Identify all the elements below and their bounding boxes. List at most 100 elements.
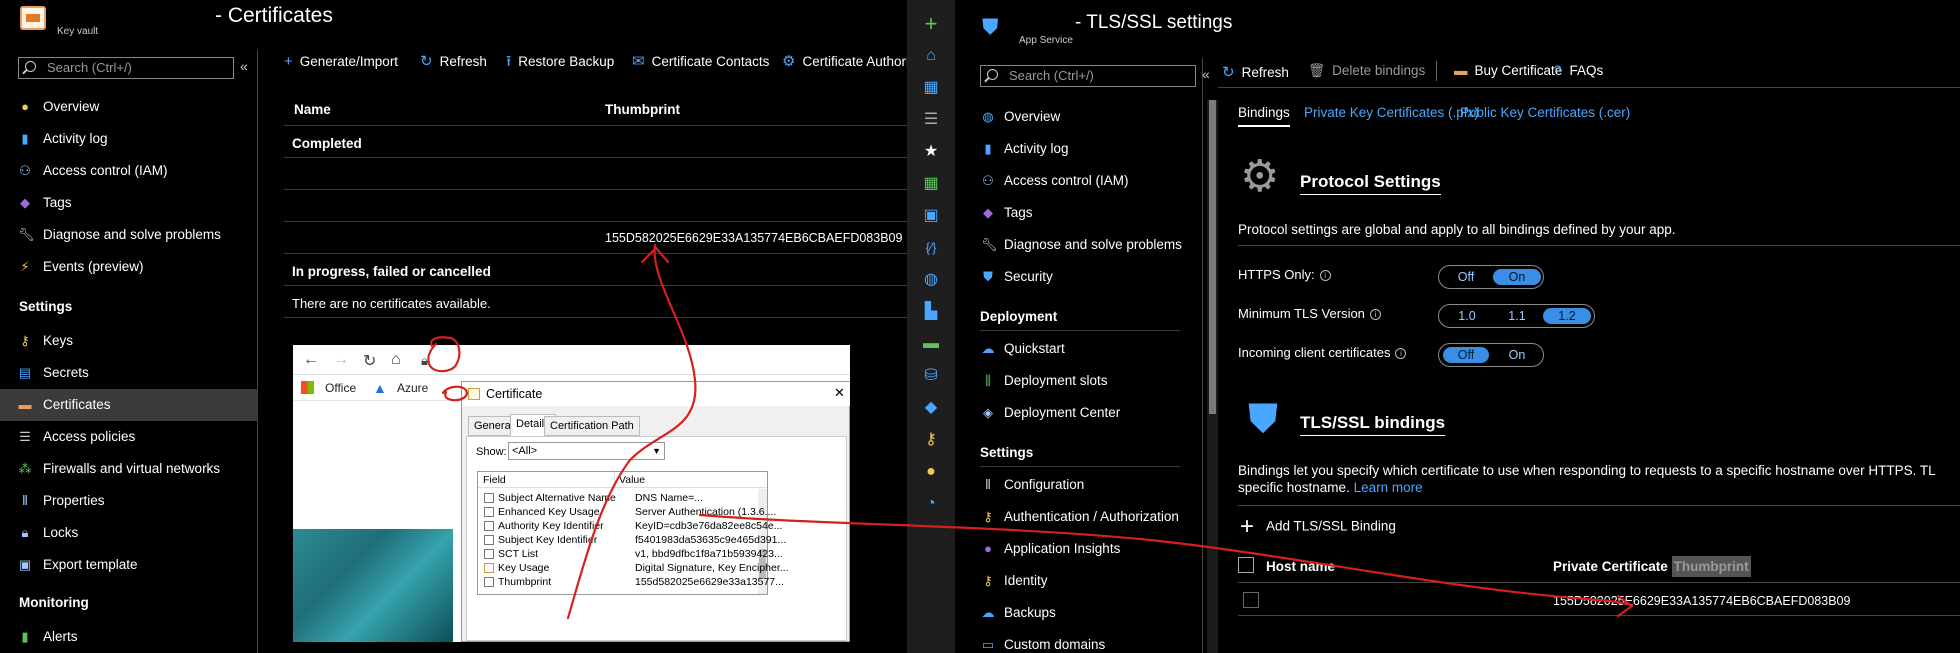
button-label: Certificate Contacts [651,54,770,69]
sidebar-item-firewalls[interactable]: ⁂ Firewalls and virtual networks [0,453,258,485]
dashboard-icon[interactable]: ▦ [921,78,941,98]
empty-message: There are no certificates available. [292,296,491,311]
sidebar-item-tags[interactable]: ◆ Tags [0,187,258,219]
sidebar-item-alerts[interactable]: ▮ Alerts [0,621,258,653]
info-icon[interactable]: i [1395,348,1407,360]
generate-import-button[interactable]: + Generate/Import [284,50,398,74]
tab-private-key-certificates[interactable]: Private Key Certificates (.pfx) [1304,105,1479,120]
sidebar-item-activity-log[interactable]: ▮ Activity log [0,123,258,155]
https-only-toggle[interactable]: Off On [1438,265,1544,289]
sidebar-item-authentication[interactable]: ⚷ Authentication / Authorization [955,501,1195,533]
faqs-button[interactable]: ? FAQs [1554,63,1603,78]
browser-screenshot: ← → ↻ ⌂ 🔒︎ Office ▲ Azure Certificate ✕ … [293,345,850,642]
info-icon[interactable]: i [1319,270,1331,282]
factory-icon[interactable]: ▙ [921,302,941,322]
show-select[interactable]: <All> ▼ [508,442,665,460]
sidebar-item-custom-domains[interactable]: ▭ Custom domains [955,629,1195,653]
sidebar-item-deployment-center[interactable]: ◈ Deployment Center [955,397,1195,429]
refresh-button[interactable]: ↻ Refresh [420,50,487,74]
storage-icon[interactable]: ▬ [921,334,941,354]
client-on-option[interactable]: On [1493,347,1541,363]
sidebar-item-locks[interactable]: 🔒︎ Locks [0,517,258,549]
client-certs-toggle[interactable]: Off On [1438,343,1544,367]
sidebar-item-label: Export template [43,557,138,572]
home-icon[interactable]: ⌂ [921,46,941,66]
protocol-settings-heading: Protocol Settings [1300,172,1441,195]
collapse-sidebar-icon[interactable]: « [1202,66,1210,82]
https-on-option[interactable]: On [1493,269,1541,285]
sidebar-item-label: Deployment Center [1004,405,1121,420]
bookmark-azure[interactable]: Azure [397,381,428,395]
lock-icon[interactable]: 🔒︎ [421,353,428,369]
shield-icon: ⛊ [982,14,999,39]
info-icon[interactable]: i [1369,309,1381,321]
app-services-icon[interactable]: ◍ [921,270,941,290]
advisor-icon[interactable]: ● [921,462,941,482]
lightning-icon: ⚡︎ [20,259,30,274]
select-all-checkbox[interactable] [1238,557,1254,573]
restore-backup-button[interactable]: ⭱ Restore Backup [506,50,614,74]
certificate-contacts-button[interactable]: ✉ Certificate Contacts [632,50,769,74]
function-apps-icon[interactable]: {⁄} [921,238,941,258]
sidebar-item-iam[interactable]: ⚇ Access control (IAM) [0,155,258,187]
resource-groups-icon[interactable]: ▣ [921,206,941,226]
sidebar-item-security[interactable]: ⛊ Security [955,261,1195,293]
all-resources-icon[interactable]: ▦ [921,174,941,194]
sidebar-item-export-template[interactable]: ▣ Export template [0,549,258,581]
learn-more-link[interactable]: Learn more [1354,480,1423,495]
all-services-icon[interactable]: ☰ [921,110,941,130]
certificate-authorities-button[interactable]: ⚙ Certificate Authorities [782,50,907,74]
sidebar-item-secrets[interactable]: ▤ Secrets [0,357,258,389]
sidebar-item-keys[interactable]: ⚷ Keys [0,325,258,357]
sidebar-item-backups[interactable]: ☁ Backups [955,597,1195,629]
sidebar-item-app-insights[interactable]: ● Application Insights [955,533,1195,565]
tab-certification-path[interactable]: Certification Path [544,416,640,436]
sidebar-item-deployment-slots[interactable]: ⫼ Deployment slots [955,365,1195,397]
tls-1-2-option[interactable]: 1.2 [1543,308,1591,324]
sidebar-item-access-policies[interactable]: ☰ Access policies [0,421,258,453]
sidebar-item-diagnose[interactable]: 🔧︎ Diagnose and solve problems [0,219,258,251]
sidebar-item-overview[interactable]: ● Overview [0,91,258,123]
key-vault-icon[interactable]: ⚷ [921,430,941,450]
add-binding-button[interactable]: + Add TLS/SSL Binding [1240,515,1396,539]
tls-1-1-option[interactable]: 1.1 [1493,308,1541,324]
row-checkbox[interactable] [1243,592,1259,608]
create-resource-icon[interactable]: + [921,13,941,35]
client-off-option[interactable]: Off [1443,347,1489,363]
sidebar-item-tags[interactable]: ◆ Tags [955,197,1195,229]
scrollbar-thumb[interactable] [1209,100,1216,414]
refresh-button[interactable]: ↻ Refresh [1222,63,1289,81]
field-icon [484,521,494,531]
sql-icon[interactable]: ⛁ [921,366,941,386]
favorites-icon[interactable]: ★ [921,142,941,162]
min-tls-toggle[interactable]: 1.0 1.1 1.2 [1438,304,1595,328]
sidebar-item-overview[interactable]: ◍ Overview [955,101,1195,133]
tab-public-key-certificates[interactable]: Public Key Certificates (.cer) [1460,105,1630,120]
sidebar-scrollbar[interactable] [1207,100,1218,653]
sidebar-item-certificates[interactable]: ▬ Certificates [0,389,258,421]
tls-1-0-option[interactable]: 1.0 [1443,308,1491,324]
buy-certificate-button[interactable]: ▬ Buy Certificate [1454,63,1562,78]
delete-bindings-button[interactable]: 🗑︎ Delete bindings [1308,63,1425,79]
bookmark-office[interactable]: Office [325,381,356,395]
monitor-icon[interactable]: ◔ [921,494,941,514]
sidebar-item-activity-log[interactable]: ▮ Activity log [955,133,1195,165]
search-input[interactable]: Search (Ctrl+/) [980,65,1196,87]
https-off-option[interactable]: Off [1443,269,1489,285]
search-input[interactable]: Search (Ctrl+/) [18,57,234,79]
collapse-sidebar-icon[interactable]: « [240,58,248,74]
sidebar-item-label: Custom domains [1004,637,1106,652]
divider [614,472,615,488]
sidebar-item-events[interactable]: ⚡︎ Events (preview) [0,251,258,283]
cube-icon[interactable]: ◆ [921,398,941,418]
sidebar-item-configuration[interactable]: ⦀ Configuration [955,469,1195,501]
sidebar-item-properties[interactable]: ⦀ Properties [0,485,258,517]
close-icon[interactable]: ✕ [834,385,845,401]
sidebar-item-label: Events (preview) [43,259,144,274]
sidebar-item-identity[interactable]: ⚷ Identity [955,565,1195,597]
field-name: SCT List [498,548,539,560]
sidebar-item-quickstart[interactable]: ☁ Quickstart [955,333,1195,365]
sidebar-item-diagnose[interactable]: 🔧︎ Diagnose and solve problems [955,229,1195,261]
sidebar-item-iam[interactable]: ⚇ Access control (IAM) [955,165,1195,197]
tab-bindings[interactable]: Bindings [1238,105,1290,127]
